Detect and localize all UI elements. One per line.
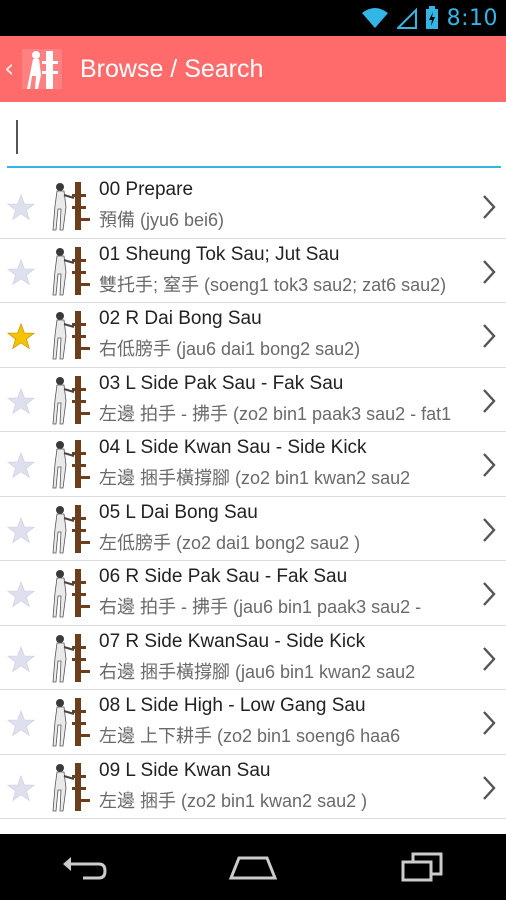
list-item[interactable]: 05 L Dai Bong Sau 左低膀手 (zo2 dai1 bong2 sa…	[0, 497, 506, 561]
star-outline-icon[interactable]	[7, 645, 35, 674]
back-button[interactable]	[54, 847, 114, 887]
item-subtitle: 右邊 拍手 - 拂手 (jau6 bin1 paak3 sau2 -	[99, 597, 422, 617]
battery-icon	[425, 6, 438, 29]
move-thumbnail	[52, 762, 90, 811]
star-outline-icon[interactable]	[7, 581, 35, 609]
chevron-right-icon	[483, 388, 496, 413]
item-subtitle: 左邊 捆手橫撐腳 (zo2 bin1 kwan2 sau2	[99, 468, 411, 488]
star-outline-icon[interactable]	[7, 516, 35, 545]
item-title: 03 L Side Pak Sau - Fak Sau	[99, 372, 344, 394]
star-outline-icon[interactable]	[7, 194, 35, 222]
list-item[interactable]: 02 R Dai Bong Sau 右低膀手 (jau6 dai1 bong2 s…	[0, 303, 506, 368]
move-thumbnail	[52, 440, 90, 489]
list-item[interactable]: 00 Prepare 預備 (jyu6 bei6)	[0, 174, 506, 239]
home-button[interactable]	[223, 847, 283, 887]
item-title: 09 L Side Kwan Sau	[99, 759, 271, 781]
chevron-right-icon	[483, 582, 496, 606]
item-title: 08 L Side High - Low Gang Sau	[99, 695, 366, 716]
star-outline-icon[interactable]	[7, 258, 35, 287]
item-subtitle: 左邊 拍手 - 拂手 (zo2 bin1 paak3 sau2 - fat1	[99, 403, 452, 424]
recent-apps-button[interactable]	[392, 847, 452, 887]
home-icon	[228, 856, 278, 880]
star-filled-icon[interactable]	[7, 323, 35, 351]
item-title: 00 Prepare	[99, 179, 194, 200]
item-subtitle: 左邊 上下耕手 (zo2 bin1 soeng6 haa6	[99, 726, 401, 746]
move-thumbnail	[52, 375, 90, 424]
action-bar: ‹ Browse / Search	[0, 36, 506, 102]
status-bar: 8:10	[0, 0, 506, 36]
chevron-right-icon	[483, 324, 496, 348]
move-thumbnail	[52, 504, 90, 553]
list-item[interactable]: 04 L Side Kwan Sau - Side Kick 左邊 捆手橫撐腳 (…	[0, 432, 506, 497]
list-item[interactable]: 09 L Side Kwan Sau 左邊 捆手 (zo2 bin1 kwan2 …	[0, 755, 506, 819]
list-item[interactable]: 03 L Side Pak Sau - Fak Sau 左邊 拍手 - 拂手 (z…	[0, 368, 506, 432]
move-thumbnail	[52, 569, 90, 618]
star-outline-icon[interactable]	[7, 774, 35, 803]
item-title: 01 Sheung Tok Sau; Jut Sau	[99, 243, 340, 265]
chevron-right-icon	[483, 711, 496, 735]
move-thumbnail	[52, 698, 90, 747]
move-thumbnail	[52, 311, 90, 360]
search-bar	[0, 102, 506, 174]
signal-icon	[396, 7, 417, 29]
page-title: Browse / Search	[80, 54, 264, 83]
chevron-right-icon	[483, 517, 496, 542]
item-subtitle: 雙托手; 窒手 (soeng1 tok3 sau2; zat6 sau2)	[99, 274, 447, 295]
item-title: 04 L Side Kwan Sau - Side Kick	[99, 437, 367, 458]
star-outline-icon[interactable]	[7, 387, 35, 416]
chevron-right-icon	[483, 775, 496, 800]
recent-apps-icon	[401, 852, 443, 882]
chevron-right-icon	[483, 195, 496, 219]
status-time: 8:10	[446, 5, 498, 31]
chevron-right-icon	[483, 259, 496, 284]
move-thumbnail	[52, 246, 90, 295]
search-input[interactable]	[7, 116, 501, 168]
list-item-partial[interactable]	[0, 819, 506, 834]
item-title: 05 L Dai Bong Sau	[99, 501, 258, 523]
text-cursor	[16, 120, 18, 154]
item-subtitle: 左低膀手 (zo2 dai1 bong2 sau2 )	[99, 532, 361, 553]
list-item[interactable]: 01 Sheung Tok Sau; Jut Sau 雙托手; 窒手 (soeng…	[0, 239, 506, 303]
item-title: 07 R Side KwanSau - Side Kick	[99, 630, 366, 652]
item-subtitle: 右低膀手 (jau6 dai1 bong2 sau2)	[99, 339, 361, 359]
movement-list: 00 Prepare 預備 (jyu6 bei6) 01 Sheung Tok Sa…	[0, 174, 506, 834]
list-item[interactable]: 08 L Side High - Low Gang Sau 左邊 上下耕手 (zo…	[0, 690, 506, 755]
up-caret-icon[interactable]: ‹	[4, 54, 14, 84]
status-icons: 8:10	[361, 0, 498, 36]
item-title: 06 R Side Pak Sau - Fak Sau	[99, 566, 348, 587]
list-item[interactable]: 07 R Side KwanSau - Side Kick 右邊 捆手橫撐腳 (j…	[0, 626, 506, 690]
app-logo[interactable]	[16, 43, 68, 95]
item-subtitle: 左邊 捆手 (zo2 bin1 kwan2 sau2 )	[99, 790, 368, 811]
item-subtitle: 預備 (jyu6 bei6)	[99, 210, 225, 230]
navigation-bar	[0, 834, 506, 900]
move-thumbnail	[52, 633, 90, 682]
back-icon	[63, 857, 107, 880]
star-outline-icon[interactable]	[7, 452, 35, 480]
list-item[interactable]: 06 R Side Pak Sau - Fak Sau 右邊 拍手 - 拂手 (j…	[0, 561, 506, 626]
wifi-icon	[361, 8, 388, 28]
move-thumbnail	[52, 182, 90, 231]
chevron-right-icon	[483, 646, 496, 671]
item-title: 02 R Dai Bong Sau	[99, 308, 262, 329]
star-outline-icon[interactable]	[7, 710, 35, 738]
chevron-right-icon	[483, 453, 496, 477]
item-subtitle: 右邊 捆手橫撐腳 (jau6 bin1 kwan2 sau2	[99, 661, 416, 682]
